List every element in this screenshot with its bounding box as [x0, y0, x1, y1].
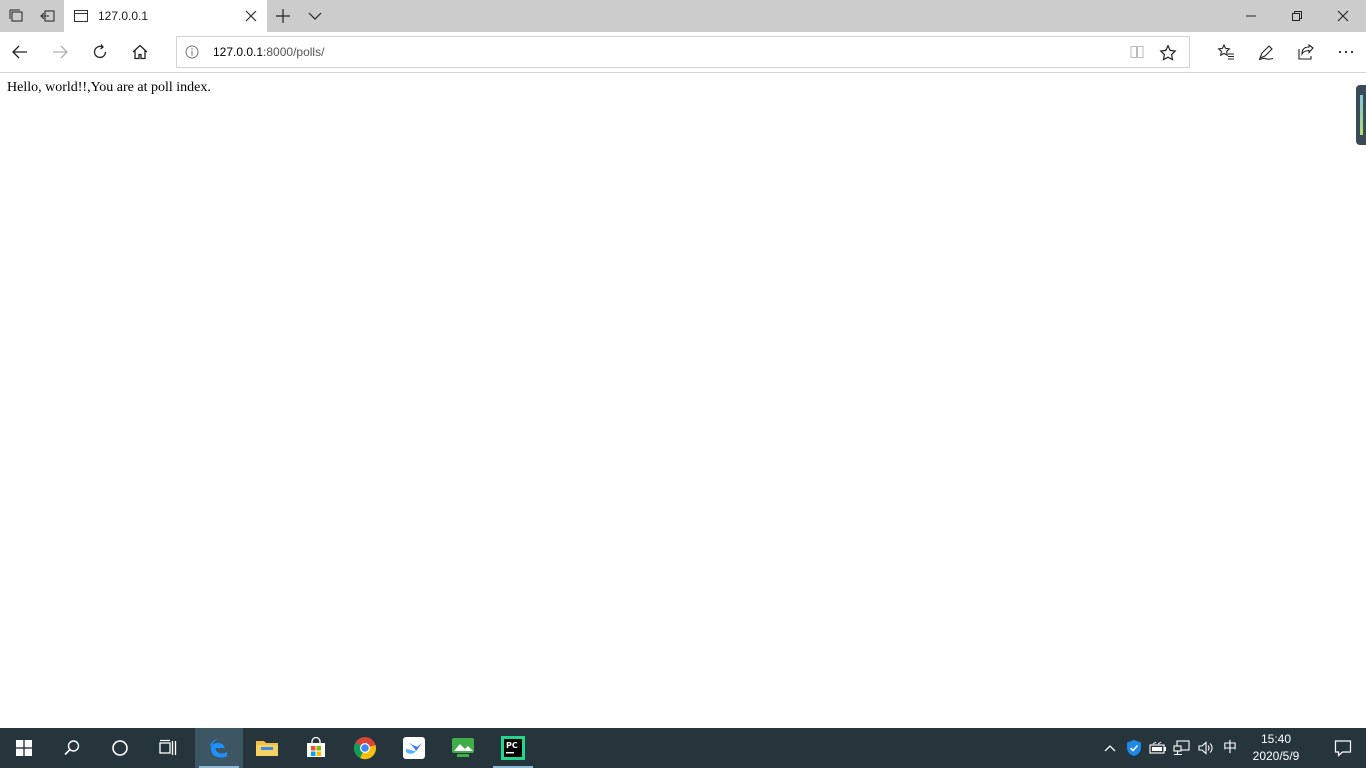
favorites-button[interactable] [1206, 32, 1246, 72]
notification-icon [1334, 740, 1352, 757]
set-aside-icon [40, 10, 55, 22]
address-bar[interactable]: 127.0.0.1:8000/polls/ [176, 36, 1190, 68]
pycharm-icon: PC [501, 736, 525, 760]
battery-tray-button[interactable] [1148, 738, 1168, 758]
taskbar: PC 中 15:40 2020/5/9 [0, 728, 1366, 768]
taskbar-edge[interactable] [195, 728, 243, 768]
input-method-indicator[interactable]: 中 [1220, 738, 1240, 758]
volume-tray-button[interactable] [1196, 738, 1216, 758]
tab-stack-icon [9, 9, 23, 22]
close-tab-icon[interactable] [243, 8, 259, 24]
more-button[interactable] [1326, 32, 1366, 72]
share-button[interactable] [1286, 32, 1326, 72]
side-performance-widget[interactable] [1356, 85, 1366, 145]
battery-icon [1149, 741, 1166, 754]
close-window-button[interactable] [1320, 0, 1366, 32]
start-button[interactable] [0, 728, 48, 768]
clock[interactable]: 15:40 2020/5/9 [1244, 731, 1308, 765]
refresh-button[interactable] [80, 32, 120, 72]
plus-icon [276, 9, 290, 23]
tab-title: 127.0.0.1 [98, 9, 149, 23]
tab-preview-button[interactable] [299, 0, 331, 32]
pen-icon [1258, 45, 1274, 61]
star-icon[interactable] [1159, 44, 1177, 62]
photos-icon [452, 738, 474, 757]
reading-view-icon[interactable] [1129, 44, 1145, 60]
site-info-icon[interactable] [185, 45, 199, 59]
share-icon [1298, 43, 1314, 60]
action-center-button[interactable] [1320, 728, 1366, 768]
page-message: Hello, world!!,You are at poll index. [7, 80, 211, 95]
minimize-button[interactable] [1228, 0, 1274, 32]
favorites-list-icon [1217, 43, 1234, 60]
more-dots-icon [1338, 50, 1354, 54]
cortana-circle-icon [112, 740, 128, 756]
chevron-up-icon [1104, 745, 1116, 752]
forward-arrow-icon [53, 45, 68, 59]
tab-strip: 127.0.0.1 [0, 0, 1366, 32]
restore-icon [1292, 11, 1302, 21]
clock-time: 15:40 [1260, 732, 1292, 746]
cortana-button[interactable] [96, 728, 144, 768]
network-icon [1173, 740, 1190, 756]
taskbar-file-explorer[interactable] [243, 728, 291, 768]
taskbar-feishu[interactable] [390, 728, 438, 768]
set-aside-tabs-button[interactable] [32, 0, 64, 32]
task-view-button[interactable] [144, 728, 192, 768]
task-view-icon [159, 739, 177, 755]
network-tray-button[interactable] [1172, 738, 1192, 758]
add-notes-button[interactable] [1246, 32, 1286, 72]
close-icon [1337, 10, 1349, 22]
taskbar-microsoft-store[interactable] [292, 728, 340, 768]
back-arrow-icon [12, 45, 27, 59]
forward-button[interactable] [40, 32, 80, 72]
store-bag-icon [307, 737, 325, 757]
url-text[interactable]: 127.0.0.1:8000/polls/ [213, 45, 324, 59]
minimize-icon [1246, 15, 1256, 17]
folder-icon [256, 741, 278, 756]
shield-icon [1127, 740, 1141, 756]
volume-icon [1198, 741, 1213, 755]
search-icon [64, 740, 80, 756]
navigation-bar: 127.0.0.1:8000/polls/ [0, 32, 1366, 73]
svg-text:PC: PC [506, 741, 518, 750]
home-icon [132, 44, 148, 60]
edge-icon [210, 739, 227, 758]
feishu-bird-icon [403, 737, 425, 759]
new-tab-button[interactable] [267, 0, 299, 32]
taskbar-photos[interactable] [439, 728, 487, 768]
security-tray-button[interactable] [1124, 738, 1144, 758]
clock-date: 2020/5/9 [1252, 749, 1300, 763]
search-button[interactable] [48, 728, 96, 768]
chrome-icon [353, 737, 376, 760]
page-content: Hello, world!!,You are at poll index. [0, 73, 1366, 728]
page-icon [74, 10, 88, 22]
home-button[interactable] [120, 32, 160, 72]
restore-button[interactable] [1274, 0, 1320, 32]
tab-actions-button[interactable] [0, 0, 32, 32]
chevron-down-icon [308, 12, 322, 20]
taskbar-chrome[interactable] [341, 728, 389, 768]
refresh-icon [93, 44, 107, 59]
show-hidden-icons-button[interactable] [1100, 738, 1120, 758]
active-tab[interactable]: 127.0.0.1 [64, 0, 267, 32]
windows-logo-icon [16, 740, 32, 756]
taskbar-pycharm[interactable]: PC [489, 728, 537, 768]
back-button[interactable] [0, 32, 40, 72]
url-host: 127.0.0.1 [213, 45, 264, 59]
widget-bar [1360, 95, 1363, 135]
url-path: :8000/polls/ [263, 45, 325, 59]
